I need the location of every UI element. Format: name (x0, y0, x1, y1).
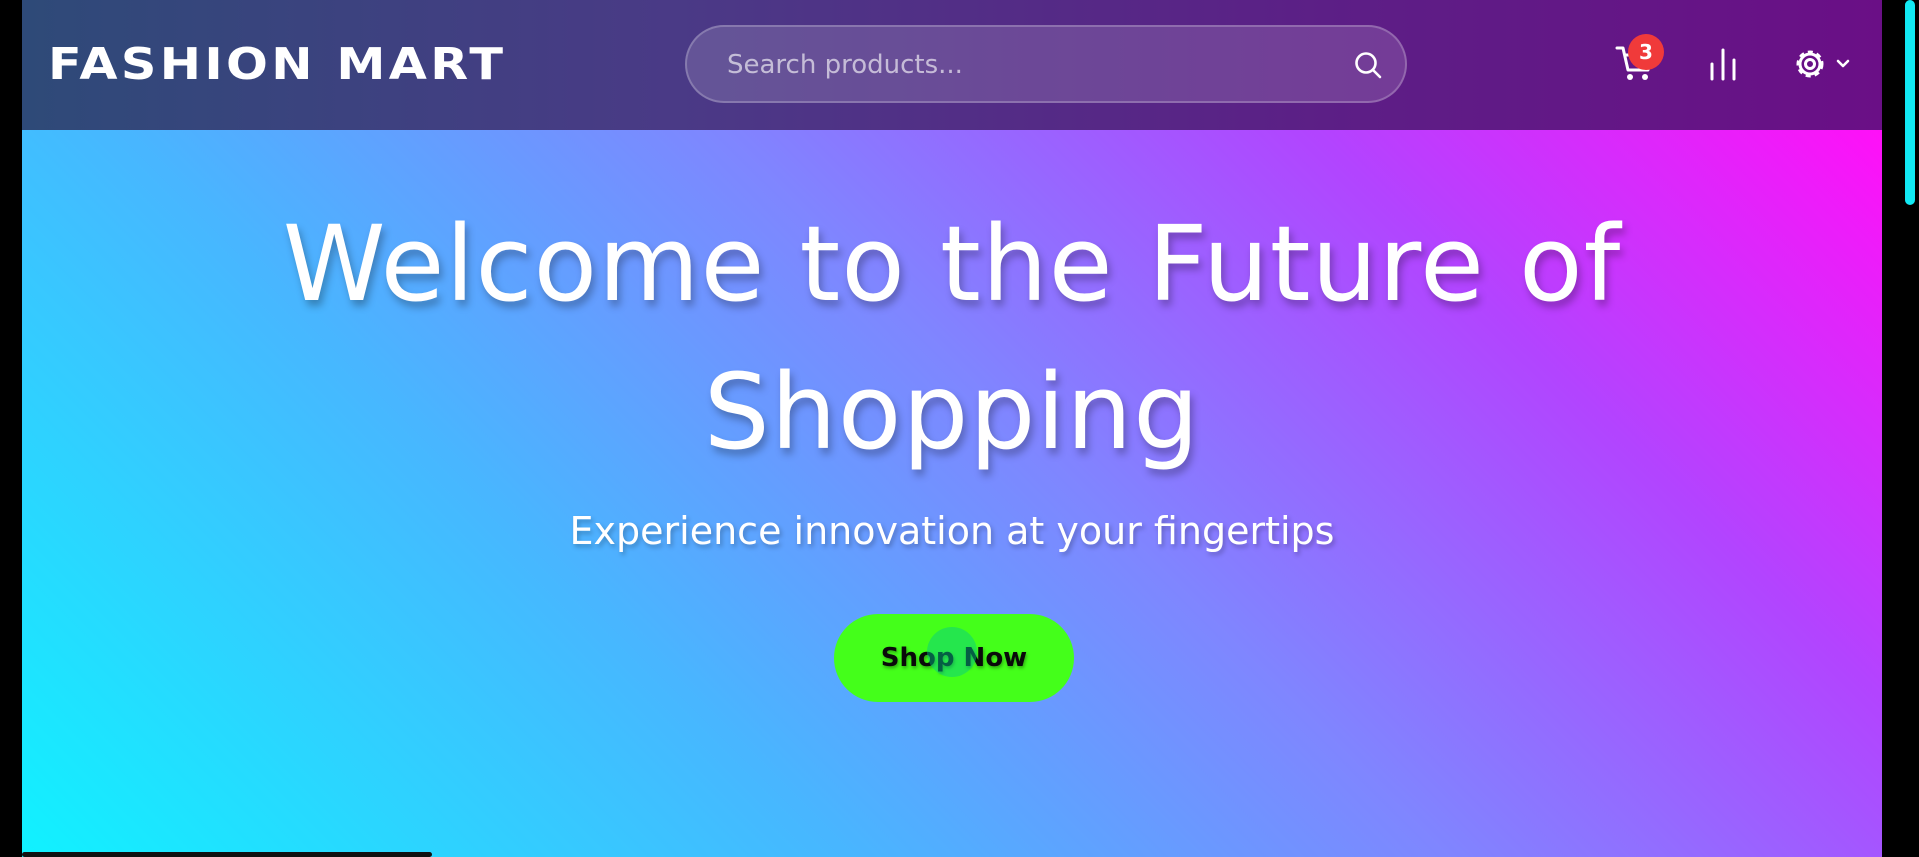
gear-icon (1796, 50, 1824, 78)
bar-chart-icon[interactable] (1705, 46, 1741, 82)
search-icon[interactable] (1349, 46, 1387, 84)
horizontal-scrollbar[interactable] (22, 852, 432, 857)
search-input[interactable] (725, 27, 1329, 103)
cart-count-badge: 3 (1628, 34, 1664, 70)
hero-subtitle: Experience innovation at your fingertips (569, 509, 1335, 553)
scrollbar-track[interactable] (1882, 0, 1919, 857)
click-ripple (927, 627, 977, 677)
chevron-down-icon (1836, 59, 1850, 68)
page: FASHION MART 3 (22, 0, 1882, 857)
top-navbar: FASHION MART 3 (22, 0, 1882, 130)
brand-logo[interactable]: FASHION MART (48, 37, 506, 93)
settings-menu-toggle[interactable] (1790, 44, 1854, 84)
hero-title: Welcome to the Future of Shopping (282, 203, 1622, 473)
search-bar (685, 25, 1407, 103)
scrollbar-thumb[interactable] (1905, 0, 1915, 205)
hero-section: Welcome to the Future of Shopping Experi… (22, 130, 1882, 857)
